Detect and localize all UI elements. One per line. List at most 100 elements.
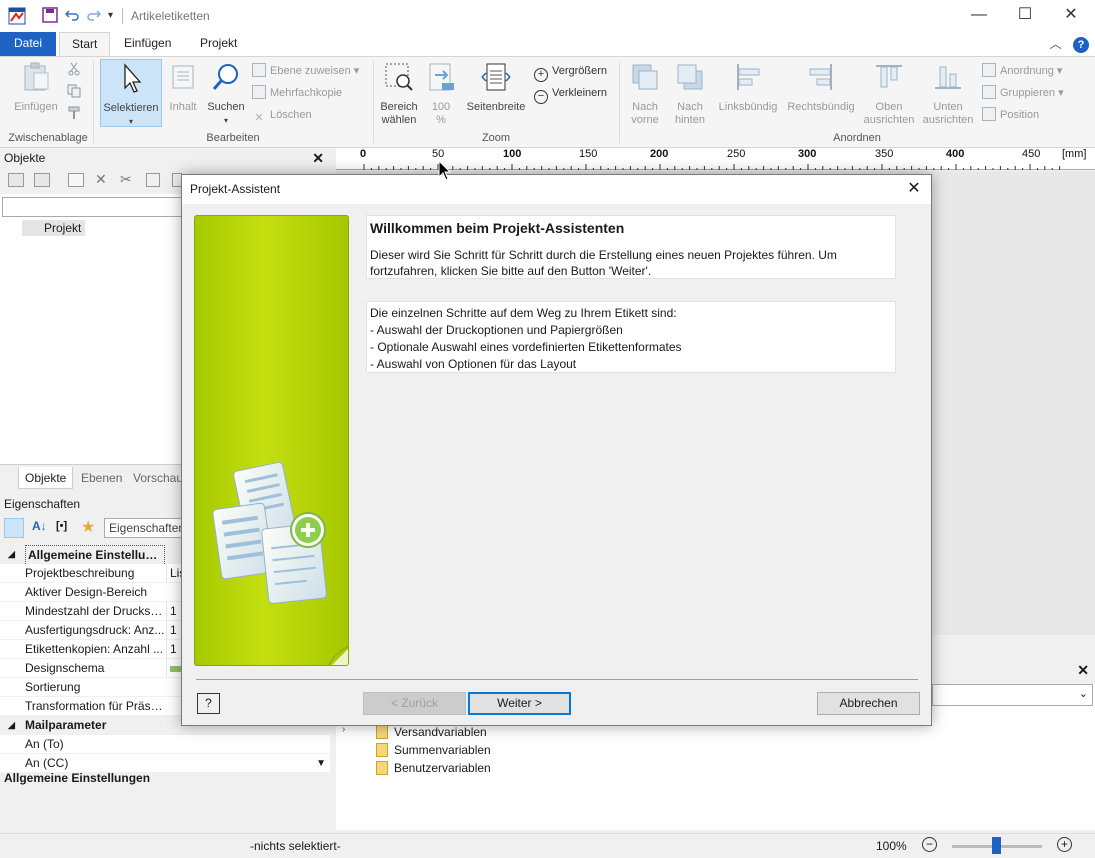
user-variable-icon: [376, 761, 388, 775]
delete-icon[interactable]: ✕: [95, 171, 107, 188]
sum-variable-icon: [376, 743, 388, 757]
align-right-button[interactable]: Rechtsbündig: [784, 59, 858, 114]
ruler-label: 100: [503, 148, 522, 160]
search-button[interactable]: Suchen ▾: [204, 59, 248, 127]
tab-projekt[interactable]: Projekt: [188, 32, 249, 56]
expand-collapse-icon[interactable]: [•]: [56, 520, 67, 532]
property-description-title: Allgemeine Einstellungen: [4, 771, 151, 785]
search-label: Suchen: [207, 101, 245, 113]
area-zoom-icon: [385, 63, 413, 91]
help-icon[interactable]: ?: [1073, 37, 1089, 53]
paste-button[interactable]: Einfügen: [10, 59, 62, 114]
tab-objekte[interactable]: Objekte: [18, 467, 74, 489]
tree-view-icon[interactable]: [34, 173, 50, 187]
wizard-documents-illustration: [212, 461, 348, 665]
ruler-label: 250: [727, 148, 746, 160]
group-icon: [982, 85, 996, 99]
categorized-view-icon[interactable]: [4, 518, 24, 538]
properties-icon[interactable]: [68, 173, 84, 187]
zoom-in-icon[interactable]: +: [1057, 837, 1072, 852]
order-button[interactable]: Anordnung ▾: [982, 61, 1062, 81]
align-bottom-button[interactable]: Unten ausrichten: [920, 59, 976, 127]
collapse-triangle-icon[interactable]: ◢: [8, 545, 15, 564]
tab-ebenen[interactable]: Ebenen: [75, 467, 128, 489]
send-backward-button[interactable]: Nach hinten: [668, 59, 712, 127]
area-select-label-1: Bereich: [380, 101, 418, 113]
properties-filter-input[interactable]: Eigenschaften: [104, 518, 185, 538]
sort-alphabetical-icon[interactable]: A↓: [32, 519, 47, 533]
delete-button[interactable]: ✕ Löschen: [252, 105, 311, 125]
close-window-button[interactable]: ✕: [1048, 0, 1094, 32]
assign-layer-button[interactable]: Ebene zuweisen ▾: [252, 61, 359, 81]
group-button[interactable]: Gruppieren ▾: [982, 83, 1064, 103]
delete-x-icon: ✕: [254, 112, 264, 124]
save-icon[interactable]: [42, 7, 58, 26]
property-row[interactable]: An (To): [0, 735, 330, 754]
maximize-button[interactable]: ☐: [1002, 0, 1048, 32]
ribbon-controls: ︿ ?: [1050, 35, 1089, 53]
align-top-button[interactable]: Oben ausrichten: [860, 59, 918, 127]
align-right-icon: [809, 64, 832, 90]
property-name: Mindestzahl der Druckse...: [25, 604, 165, 618]
collapse-ribbon-icon[interactable]: ︿: [1050, 37, 1062, 51]
variable-item[interactable]: Summenvariablen: [376, 741, 491, 759]
variable-item[interactable]: Benutzervariablen: [376, 759, 491, 777]
tab-vorschau[interactable]: Vorschau: [127, 467, 189, 489]
objects-panel-header: Objekte ✕: [0, 148, 330, 168]
window-title: Artikeletiketten: [131, 9, 210, 23]
back-button[interactable]: < Zurück: [363, 692, 466, 715]
copy-icon[interactable]: [146, 173, 160, 187]
welcome-intro-text: Dieser wird Sie Schritt für Schritt durc…: [370, 248, 837, 278]
align-left-button[interactable]: Linksbündig: [714, 59, 782, 114]
ribbon-separator: [93, 61, 94, 143]
close-panel-icon[interactable]: ✕: [312, 148, 324, 168]
tab-start[interactable]: Start: [59, 32, 111, 56]
page-width-button[interactable]: Seitenbreite: [462, 59, 530, 114]
zoom-slider-thumb[interactable]: [992, 837, 1001, 854]
properties-title: Eigenschaften: [4, 497, 81, 511]
cancel-button[interactable]: Abbrechen: [817, 692, 920, 715]
format-painter-icon[interactable]: [67, 106, 81, 123]
page-width-label: Seitenbreite: [466, 101, 526, 113]
property-name: Etikettenkopien: Anzahl ...: [25, 642, 164, 656]
area-select-button[interactable]: Bereich wählen: [378, 59, 420, 127]
redo-icon[interactable]: [86, 7, 102, 26]
app-icon[interactable]: [8, 7, 26, 25]
tree-item-projekt[interactable]: Projekt: [22, 220, 86, 236]
cut-icon[interactable]: ✂: [120, 171, 132, 188]
zoom-100-button[interactable]: 100 %: [424, 59, 458, 127]
zoom-out-button[interactable]: − Verkleinern: [534, 83, 607, 104]
bring-forward-button[interactable]: Nach vorne: [624, 59, 666, 127]
close-dialog-button[interactable]: ✕: [903, 178, 925, 200]
zoom-out-icon[interactable]: −: [922, 837, 937, 852]
scroll-down-icon[interactable]: ▼: [316, 754, 326, 773]
favorites-star-icon[interactable]: ★: [81, 517, 95, 537]
zoom-in-button[interactable]: + Vergrößern: [534, 61, 607, 82]
bring-forward-label-2: vorne: [631, 114, 659, 126]
cut-icon[interactable]: [67, 62, 81, 79]
tab-einfuegen[interactable]: Einfügen: [112, 32, 183, 56]
variables-filter-dropdown[interactable]: ⌄: [932, 684, 1093, 706]
ruler-label: 300: [798, 148, 817, 160]
collapse-triangle-icon[interactable]: ◢: [8, 716, 15, 735]
tab-datei[interactable]: Datei: [0, 32, 56, 56]
content-button[interactable]: Inhalt: [164, 59, 202, 114]
list-view-icon[interactable]: [8, 173, 24, 187]
help-button[interactable]: ?: [197, 693, 220, 714]
ribbon-separator: [373, 61, 374, 143]
status-bar: -nichts selektiert- 100% − +: [0, 833, 1095, 858]
next-button[interactable]: Weiter >: [468, 692, 571, 715]
chevron-down-icon: ⌄: [1078, 688, 1088, 700]
close-panel-icon[interactable]: ✕: [1077, 662, 1089, 679]
property-name: Ausfertigungsdruck: Anz...: [25, 623, 165, 637]
select-button[interactable]: Selektieren ▾: [100, 59, 162, 127]
copy-icon[interactable]: [67, 84, 81, 101]
minimize-button[interactable]: —: [956, 0, 1002, 32]
multi-copy-button[interactable]: Mehrfachkopie: [252, 83, 342, 103]
step-item: - Auswahl von Optionen für das Layout: [370, 357, 577, 371]
title-separator: [122, 8, 123, 24]
customize-quick-access-icon[interactable]: ▾: [108, 10, 113, 21]
position-button[interactable]: Position: [982, 105, 1039, 125]
undo-icon[interactable]: [64, 7, 80, 26]
ruler-unit: [mm]: [1062, 148, 1087, 160]
